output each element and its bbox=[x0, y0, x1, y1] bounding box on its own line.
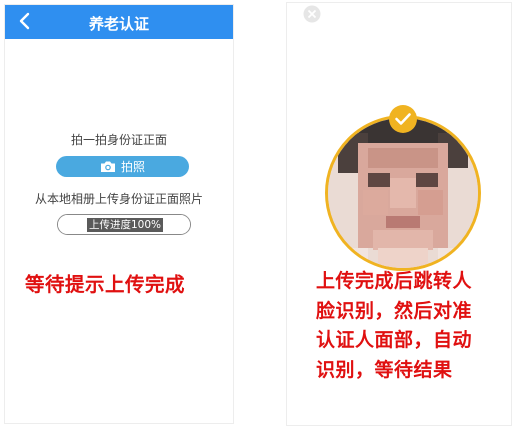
close-icon[interactable] bbox=[303, 5, 321, 23]
album-upload-hint[interactable]: 从本地相册上传身份证正面照片 bbox=[5, 190, 233, 207]
camera-icon bbox=[100, 161, 115, 172]
page-title: 养老认证 bbox=[88, 15, 149, 33]
caption-line: 识别，等待结果 bbox=[316, 358, 453, 381]
front-photo-hint: 拍一拍身份证正面 bbox=[70, 133, 167, 147]
header-bar: 养老认证 bbox=[5, 5, 233, 39]
checkmark-badge-icon bbox=[389, 105, 417, 133]
face-recognition-caption: 上传完成后跳转人 脸识别，然后对准 认证人面部，自动 识别，等待结果 bbox=[316, 267, 506, 385]
caption-line: 上传完成后跳转人 bbox=[316, 270, 473, 292]
upload-progress-bar: 上传进度100% bbox=[57, 214, 191, 235]
pixelated-face-photo bbox=[328, 118, 478, 268]
upload-progress-label: 上传进度100% bbox=[87, 218, 164, 232]
face-recognition-screen: 上传完成后跳转人 脸识别，然后对准 认证人面部，自动 识别，等待结果 bbox=[286, 2, 512, 426]
caption-line: 脸识别，然后对准 bbox=[316, 299, 473, 322]
upload-wait-caption: 等待提示上传完成 bbox=[25, 273, 186, 296]
id-upload-screen: 养老认证 拍一拍身份证正面 拍照 从本地相册上传身份证正面照片 上传进度100%… bbox=[4, 4, 234, 424]
face-capture-frame bbox=[325, 115, 481, 271]
take-photo-label: 拍照 bbox=[120, 160, 145, 174]
caption-line: 认证人面部，自动 bbox=[316, 329, 473, 351]
take-photo-button[interactable]: 拍照 bbox=[56, 156, 189, 177]
